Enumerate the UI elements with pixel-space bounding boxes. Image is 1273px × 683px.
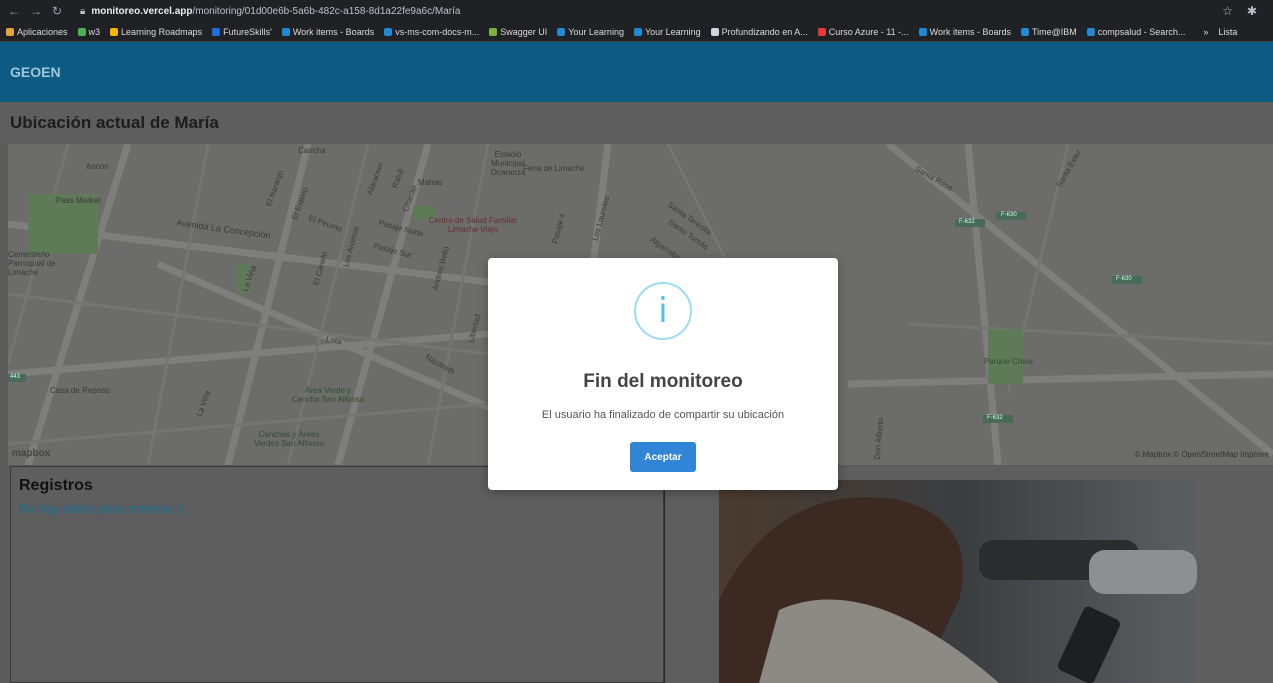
bookmark-label: w3 <box>88 26 101 37</box>
bookmark-item[interactable]: FutureSkills' <box>212 27 272 37</box>
bookmark-icon <box>633 27 642 36</box>
bookmark-item[interactable]: Your Learning <box>633 26 701 37</box>
bookmark-icon <box>710 27 719 36</box>
extensions-icon[interactable]: ✱ <box>1247 4 1257 18</box>
road-shield: F-632 <box>987 415 1003 421</box>
map-attribution[interactable]: © Mapbox © OpenStreetMap Improve <box>1134 450 1269 459</box>
map-label: Ancon <box>86 162 109 171</box>
bookmark-item[interactable]: w3 <box>77 26 101 37</box>
image-panel <box>664 466 1273 683</box>
star-icon[interactable]: ☆ <box>1222 4 1233 18</box>
dialog-message: El usuario ha finalizado de compartir su… <box>541 409 785 421</box>
bookmark-icon <box>281 27 290 36</box>
road-shield: 443 <box>10 374 21 380</box>
bookmark-icon <box>6 27 14 36</box>
dialog-title: Fin del monitoreo <box>583 371 743 392</box>
bookmark-icon <box>1020 27 1029 36</box>
bookmark-label: compsalud - Search... <box>1097 26 1186 37</box>
empty-message: No hay datos para mostrar :( <box>19 501 185 516</box>
bookmarks-bar: Aplicaciones w3 Learning Roadmaps FutureSki… <box>0 22 1273 42</box>
map-label: Canchas y Áreas Verdes San Alfonso <box>254 430 324 448</box>
map-label: Área Verde y Cancha San Alfonso <box>291 386 365 404</box>
bookmark-item[interactable]: Aplicaciones <box>6 27 68 37</box>
accept-button[interactable]: Aceptar <box>630 442 696 472</box>
bookmark-icon <box>1086 27 1095 36</box>
map-label: Mahao <box>418 178 443 187</box>
bookmark-item[interactable]: compsalud - Search... <box>1086 26 1186 37</box>
road-shield: F-630 <box>1116 276 1132 282</box>
map-label: Cancha <box>298 146 326 155</box>
bookmark-icon <box>110 27 119 36</box>
url-host: monitoreo.vercel.app <box>91 5 193 17</box>
browser-nav: ← → ↻ <box>0 4 80 18</box>
map-label: Parque China <box>984 357 1033 366</box>
map-label: Pass Market <box>56 196 101 205</box>
app-header: GEOEN <box>0 42 1273 102</box>
bookmark-label: Your Learning <box>568 26 624 37</box>
bookmark-icon <box>489 27 498 36</box>
bookmark-label: Time@IBM <box>1031 26 1077 37</box>
bookmark-icon <box>212 27 221 36</box>
map-label: Feria de Limache <box>523 164 585 173</box>
address-bar[interactable]: 🔒︎ monitoreo.vercel.app/monitoring/01d00… <box>80 6 460 17</box>
registros-title: Registros <box>19 477 93 494</box>
map-label: Centro de Salud Familiar Limache Viejo <box>428 216 518 234</box>
reading-list-button[interactable]: Lista <box>1218 27 1237 37</box>
road-shield: F-630 <box>1001 212 1017 218</box>
bookmark-label: Curso Azure - 11 -... <box>828 26 909 37</box>
lock-icon: 🔒︎ <box>80 5 86 17</box>
bookmark-icon <box>557 27 566 36</box>
bookmark-item[interactable]: Work items - Boards <box>281 26 375 37</box>
bookmark-item[interactable]: vs-ms-com-docs-m... <box>384 27 479 37</box>
bookmark-label: Profundizando en A... <box>721 26 808 37</box>
bookmark-label: vs-ms-com-docs-m... <box>395 26 480 37</box>
page-title: Ubicación actual de María <box>10 113 219 132</box>
bookmark-item[interactable]: Profundizando en A... <box>710 26 808 37</box>
end-monitoring-dialog: i Fin del monitoreo El usuario ha finali… <box>488 258 838 490</box>
forward-icon[interactable]: → <box>30 4 42 18</box>
bookmark-label: Learning Roadmaps <box>121 26 203 37</box>
bookmark-label: Work items - Boards <box>292 26 375 37</box>
bookmark-label: FutureSkills' <box>223 26 272 37</box>
bookmark-item[interactable]: Work items - Boards <box>918 26 1011 37</box>
bookmark-item[interactable]: Learning Roadmaps <box>110 27 202 37</box>
mapbox-logo[interactable]: mapbox <box>12 448 50 459</box>
browser-toolbar: ← → ↻ 🔒︎ monitoreo.vercel.app/monitoring… <box>0 0 1273 22</box>
info-icon: i <box>634 282 692 340</box>
reload-icon[interactable]: ↻ <box>52 4 62 18</box>
bookmarks-more-button[interactable]: » <box>1203 27 1208 37</box>
bookmark-label: Swagger UI <box>500 26 548 37</box>
registros-panel: Registros No hay datos para mostrar :( <box>10 466 664 683</box>
url-path: /monitoring/01d00e6b-5a6b-482c-a158-8d1a… <box>192 5 461 17</box>
bookmark-item[interactable]: Your Learning <box>557 27 624 37</box>
bookmark-icon <box>918 27 927 36</box>
bookmark-icon <box>77 27 86 36</box>
back-icon[interactable]: ← <box>8 4 20 18</box>
page-title-bar: Ubicación actual de María <box>0 102 1273 144</box>
woman-with-phone-image <box>719 480 1197 683</box>
brand-logo[interactable]: GEOEN <box>10 64 61 80</box>
bookmark-item[interactable]: Swagger UI <box>489 27 547 37</box>
bookmark-label: Work items - Boards <box>929 26 1011 37</box>
map-label: Casa de Reposo <box>50 386 110 395</box>
bookmark-item[interactable]: Curso Azure - 11 -... <box>817 26 909 37</box>
road-shield: F-632 <box>959 219 975 225</box>
bookmark-label: Your Learning <box>644 26 701 37</box>
info-icon-glyph: i <box>658 291 668 331</box>
map-label: Cementerio Parroquial de Limache <box>8 250 56 277</box>
bookmark-icon <box>817 27 826 36</box>
bookmark-label: Aplicaciones <box>17 26 68 37</box>
bookmark-item[interactable]: Time@IBM <box>1020 26 1077 37</box>
bookmark-icon <box>384 27 393 36</box>
